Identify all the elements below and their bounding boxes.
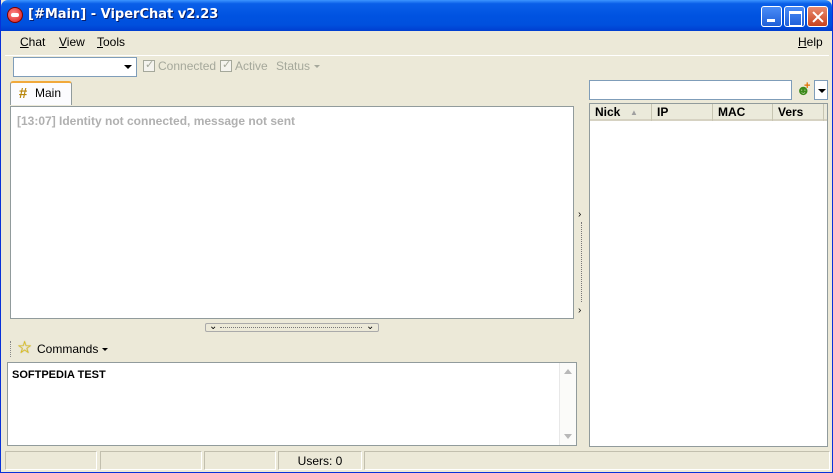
tab-main-label: Main	[35, 86, 62, 100]
message-input[interactable]: SOFTPEDIA TEST	[7, 362, 577, 446]
status-pane	[204, 451, 276, 470]
add-user-dropdown[interactable]	[814, 80, 828, 100]
status-pane	[364, 451, 830, 470]
splitter-grip	[581, 222, 582, 302]
menu-view[interactable]: View	[59, 35, 85, 49]
maximize-button[interactable]	[784, 6, 805, 27]
message-input-text: SOFTPEDIA TEST	[12, 369, 106, 381]
menu-help[interactable]: Help	[798, 35, 823, 49]
column-nick[interactable]: Nick ▲	[590, 104, 652, 121]
chat-message: [13:07] Identity not connected, message …	[17, 114, 296, 128]
user-search-input[interactable]	[589, 80, 792, 100]
toolbar: Connected Active Status	[5, 55, 829, 79]
status-bar: Users: 0	[5, 450, 832, 471]
active-label[interactable]: Active	[235, 59, 268, 73]
horizontal-splitter[interactable]: ⌄ ⌄	[205, 321, 379, 332]
toolbar-grip[interactable]	[10, 341, 13, 357]
connected-label[interactable]: Connected	[158, 59, 216, 73]
viperchat-logo-icon[interactable]	[7, 7, 23, 23]
chevron-right-icon[interactable]: ›	[578, 210, 585, 220]
tab-main[interactable]: # Main	[10, 81, 72, 105]
chat-log[interactable]: [13:07] Identity not connected, message …	[10, 106, 574, 319]
commands-toolbar: ☆ Commands	[10, 339, 210, 359]
status-pane	[5, 451, 97, 470]
chevron-down-icon[interactable]: ⌄	[209, 321, 217, 332]
column-vers[interactable]: Vers	[773, 104, 824, 121]
vertical-splitter[interactable]: › ›	[577, 206, 586, 318]
menu-chat[interactable]: Chat	[20, 35, 45, 49]
scroll-up-icon[interactable]	[564, 369, 572, 374]
sort-asc-icon: ▲	[630, 108, 638, 117]
users-count: Users: 0	[278, 451, 362, 470]
chevron-down-icon[interactable]	[120, 59, 135, 75]
menu-tools[interactable]: Tools	[97, 35, 125, 49]
hash-icon: #	[18, 85, 28, 102]
status-dropdown[interactable]: Status	[276, 59, 320, 73]
input-scrollbar[interactable]	[559, 363, 576, 445]
identity-combo[interactable]	[13, 57, 137, 77]
chevron-down-icon[interactable]: ⌄	[366, 321, 374, 332]
user-list-header: Nick ▲ IP MAC Vers	[590, 104, 827, 121]
column-mac[interactable]: MAC	[713, 104, 773, 121]
star-icon: ☆	[17, 338, 33, 357]
minimize-button[interactable]	[761, 6, 782, 27]
user-list[interactable]: Nick ▲ IP MAC Vers	[589, 103, 828, 447]
app-window: [#Main] - ViperChat v2.23 Chat View Tool…	[0, 0, 833, 473]
close-button[interactable]	[807, 6, 828, 27]
commands-dropdown[interactable]: Commands	[37, 342, 108, 356]
column-ip[interactable]: IP	[652, 104, 713, 121]
title-bar[interactable]: [#Main] - ViperChat v2.23	[1, 0, 832, 31]
menu-bar: Chat View Tools Help	[5, 31, 829, 53]
add-user-button[interactable]: ☻ +	[793, 80, 813, 100]
scroll-down-icon[interactable]	[564, 434, 572, 439]
connected-checkbox[interactable]	[143, 58, 155, 72]
status-pane	[100, 451, 202, 470]
active-checkbox[interactable]	[220, 58, 232, 72]
chevron-right-icon[interactable]: ›	[578, 306, 585, 316]
plus-icon: +	[804, 80, 811, 92]
splitter-grip	[220, 327, 362, 328]
window-title: [#Main] - ViperChat v2.23	[28, 7, 219, 22]
